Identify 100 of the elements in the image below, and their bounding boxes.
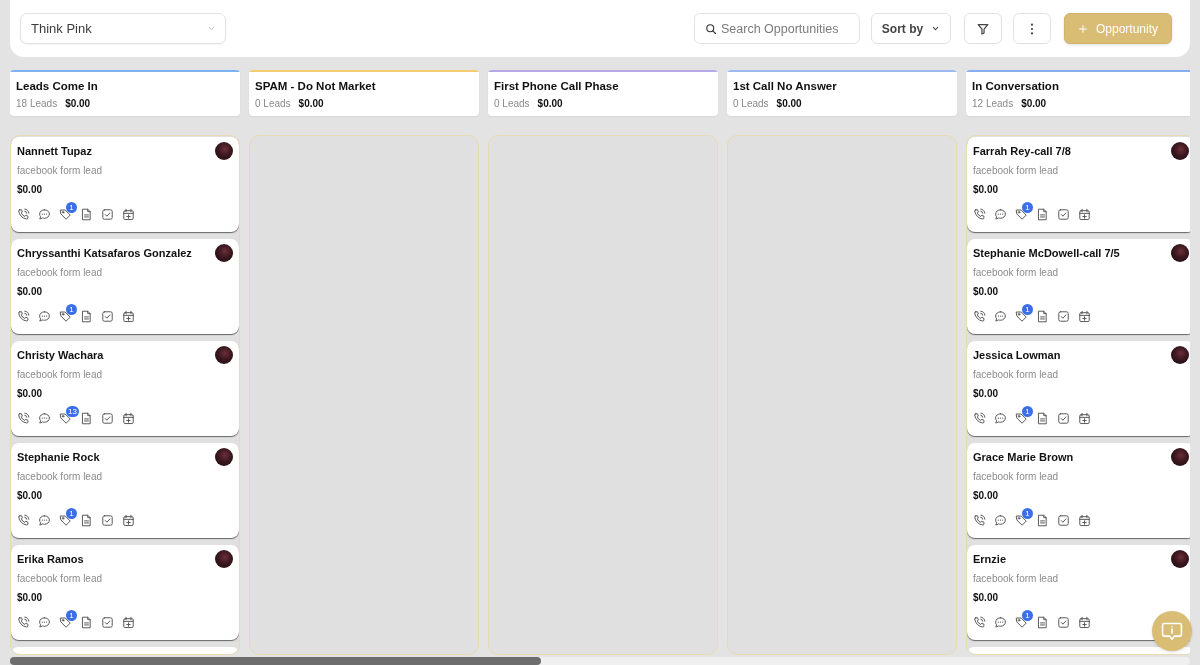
checkbox-icon[interactable] — [101, 616, 114, 629]
lead-card[interactable]: Jessica Lowman facebook form lead $0.00 1 — [967, 341, 1190, 436]
avatar-icon — [215, 346, 233, 364]
phone-icon[interactable] — [17, 412, 30, 425]
checkbox-icon[interactable] — [101, 310, 114, 323]
tag-icon[interactable] — [59, 616, 72, 629]
calendar-plus-icon[interactable] — [1078, 412, 1091, 425]
tag-icon[interactable] — [1015, 208, 1028, 221]
chat-bubble-icon[interactable] — [994, 310, 1007, 323]
scrollbar-thumb[interactable] — [10, 657, 541, 665]
phone-icon[interactable] — [973, 412, 986, 425]
calendar-plus-icon[interactable] — [122, 514, 135, 527]
lead-source: facebook form lead — [17, 470, 104, 484]
lead-name: Nannett Tupaz — [17, 145, 92, 157]
checkbox-icon[interactable] — [1057, 616, 1070, 629]
document-icon[interactable] — [80, 412, 93, 425]
calendar-plus-icon[interactable] — [122, 412, 135, 425]
calendar-plus-icon[interactable] — [122, 310, 135, 323]
phone-icon[interactable] — [973, 514, 986, 527]
avatar-icon — [215, 448, 233, 466]
calendar-plus-icon[interactable] — [1078, 310, 1091, 323]
calendar-plus-icon[interactable] — [1078, 514, 1091, 527]
tag-icon[interactable] — [59, 412, 72, 425]
lead-name: Ernzie — [973, 553, 1006, 565]
checkbox-icon[interactable] — [101, 208, 114, 221]
document-icon[interactable] — [1036, 208, 1049, 221]
sort-button[interactable]: Sort by — [871, 13, 951, 44]
phone-icon[interactable] — [17, 616, 30, 629]
lead-card[interactable]: Christy Wachara facebook form lead $0.00 13 — [11, 341, 239, 436]
count-badge: 1 — [66, 304, 77, 315]
lead-card[interactable]: Grace Marie Brown facebook form lead $0.00 1 — [967, 443, 1190, 538]
chat-bubble-icon[interactable] — [38, 616, 51, 629]
tag-icon[interactable] — [1015, 310, 1028, 323]
lead-count: 0 Leads — [255, 97, 291, 110]
lead-name: Chryssanthi Katsafaros Gonzalez — [17, 247, 192, 259]
filter-button[interactable] — [964, 13, 1002, 44]
chat-bubble-icon[interactable] — [994, 208, 1007, 221]
lead-count: 0 Leads — [494, 97, 530, 110]
document-icon[interactable] — [1036, 412, 1049, 425]
calendar-plus-icon[interactable] — [1078, 208, 1091, 221]
lead-card[interactable]: Chryssanthi Katsafaros Gonzalez facebook form lead $0.00 1 — [11, 239, 239, 334]
document-icon[interactable] — [80, 616, 93, 629]
stage-amount: $0.00 — [1021, 97, 1047, 110]
pipeline-select[interactable]: Think Pink — [20, 13, 226, 44]
tag-icon[interactable] — [59, 208, 72, 221]
phone-icon[interactable] — [973, 310, 986, 323]
calendar-plus-icon[interactable] — [122, 208, 135, 221]
checkbox-icon[interactable] — [101, 514, 114, 527]
lead-card[interactable]: Farrah Rey-call 7/8 facebook form lead $0.00 1 — [967, 137, 1190, 232]
count-badge: 1 — [66, 610, 77, 621]
count-badge: 1 — [1022, 406, 1033, 417]
checkbox-icon[interactable] — [1057, 514, 1070, 527]
chat-bubble-icon[interactable] — [994, 514, 1007, 527]
chat-bubble-icon[interactable] — [38, 514, 51, 527]
chat-bubble-icon[interactable] — [38, 412, 51, 425]
avatar-icon — [215, 142, 233, 160]
info-bubble-icon — [1161, 621, 1183, 641]
phone-icon[interactable] — [17, 514, 30, 527]
checkbox-icon[interactable] — [1057, 310, 1070, 323]
stage-title: 1st Call No Answer — [733, 79, 838, 93]
tag-icon[interactable] — [1015, 616, 1028, 629]
chat-bubble-icon[interactable] — [38, 310, 51, 323]
checkbox-icon[interactable] — [1057, 208, 1070, 221]
avatar-icon — [1171, 448, 1189, 466]
document-icon[interactable] — [1036, 514, 1049, 527]
lead-amount: $0.00 — [973, 387, 1000, 401]
phone-icon[interactable] — [17, 208, 30, 221]
search-field[interactable]: Search Opportunities — [694, 13, 860, 44]
phone-icon[interactable] — [17, 310, 30, 323]
document-icon[interactable] — [80, 514, 93, 527]
lead-name: Erika Ramos — [17, 553, 84, 565]
chevron-down-icon — [931, 24, 941, 33]
document-icon[interactable] — [1036, 310, 1049, 323]
calendar-plus-icon[interactable] — [122, 616, 135, 629]
checkbox-icon[interactable] — [101, 412, 114, 425]
document-icon[interactable] — [80, 310, 93, 323]
tag-icon[interactable] — [1015, 514, 1028, 527]
chat-bubble-icon[interactable] — [994, 412, 1007, 425]
avatar-icon — [1171, 346, 1189, 364]
tag-icon[interactable] — [59, 310, 72, 323]
lead-card[interactable]: Stephanie McDowell-call 7/5 facebook form lead $0.00 1 — [967, 239, 1190, 334]
tag-icon[interactable] — [59, 514, 72, 527]
document-icon[interactable] — [1036, 616, 1049, 629]
calendar-plus-icon[interactable] — [1078, 616, 1091, 629]
lead-card[interactable]: Nannett Tupaz facebook form lead $0.00 1 — [11, 137, 239, 232]
tag-icon[interactable] — [1015, 412, 1028, 425]
document-icon[interactable] — [80, 208, 93, 221]
stage-amount: $0.00 — [776, 97, 802, 110]
phone-icon[interactable] — [973, 616, 986, 629]
stage-amount: $0.00 — [298, 97, 324, 110]
lead-card[interactable]: Ernzie facebook form lead $0.00 1 — [967, 545, 1190, 640]
avatar-icon — [215, 244, 233, 262]
lead-card[interactable]: Erika Ramos facebook form lead $0.00 1 — [11, 545, 239, 640]
avatar-icon — [1171, 142, 1189, 160]
chat-bubble-icon[interactable] — [994, 616, 1007, 629]
phone-icon[interactable] — [973, 208, 986, 221]
chat-bubble-icon[interactable] — [38, 208, 51, 221]
checkbox-icon[interactable] — [1057, 412, 1070, 425]
lead-card[interactable]: Stephanie Rock facebook form lead $0.00 1 — [11, 443, 239, 538]
lead-amount: $0.00 — [973, 591, 1000, 605]
